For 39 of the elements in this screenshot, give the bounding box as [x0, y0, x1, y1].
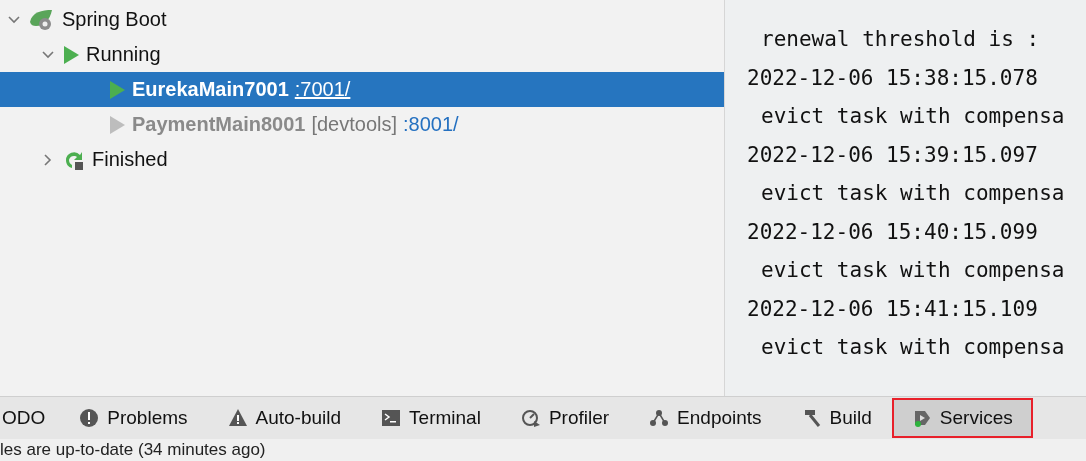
- log-message: evict task with compensa: [760, 180, 1066, 207]
- tree-row[interactable]: PaymentMain8001 [devtools] :8001/: [0, 107, 724, 142]
- log-timestamp: 2022-12-06 15:38:15.078: [746, 64, 1039, 92]
- tree-row[interactable]: Running: [0, 37, 724, 72]
- tool-tab[interactable]: Endpoints: [629, 398, 782, 438]
- endpoints-icon: [649, 408, 670, 428]
- tool-tab[interactable]: Auto-build: [207, 398, 362, 438]
- tool-tab[interactable]: Profiler: [500, 398, 630, 438]
- tool-tab[interactable]: Services: [891, 398, 1033, 438]
- log-message: evict task with compensa: [760, 334, 1066, 361]
- log-message: evict task with compensa: [760, 103, 1066, 130]
- port-link[interactable]: :8001/: [403, 113, 459, 136]
- node-label: EurekaMain7001: [132, 78, 289, 101]
- tool-tab[interactable]: Terminal: [361, 398, 501, 438]
- tree-row[interactable]: Spring Boot: [0, 2, 724, 37]
- log-message: renewal threshold is :: [760, 26, 1041, 53]
- play-icon: [108, 114, 126, 135]
- node-label: Spring Boot: [62, 8, 167, 31]
- exclamation-icon: [79, 408, 100, 428]
- tool-tab[interactable]: Build: [781, 398, 892, 438]
- log-timestamp: 2022-12-06 15:41:15.109: [746, 295, 1039, 323]
- tree-row[interactable]: Finished: [0, 142, 724, 177]
- port-link[interactable]: :7001/: [294, 78, 351, 101]
- node-tag: [devtools]: [311, 113, 398, 136]
- terminal-icon: [381, 408, 402, 428]
- tool-tab[interactable]: Problems: [59, 398, 208, 438]
- status-text: les are up-to-date (34 minutes ago): [0, 439, 267, 461]
- tool-tab[interactable]: ODO: [0, 398, 60, 438]
- log-timestamp: 2022-12-06 15:40:15.099: [746, 218, 1039, 246]
- selected-tree-row[interactable]: EurekaMain7001 :7001/: [0, 72, 724, 107]
- play-icon: [108, 79, 126, 100]
- log-message: evict task with compensa: [760, 257, 1066, 284]
- profiler-icon: [520, 408, 541, 428]
- node-label: PaymentMain8001: [132, 113, 306, 136]
- warning-icon: [227, 408, 248, 428]
- node-label: Finished: [92, 148, 168, 171]
- play-icon: [62, 44, 80, 65]
- log-timestamp: 2022-12-06 15:39:15.097: [746, 141, 1039, 169]
- node-label: Running: [86, 43, 161, 66]
